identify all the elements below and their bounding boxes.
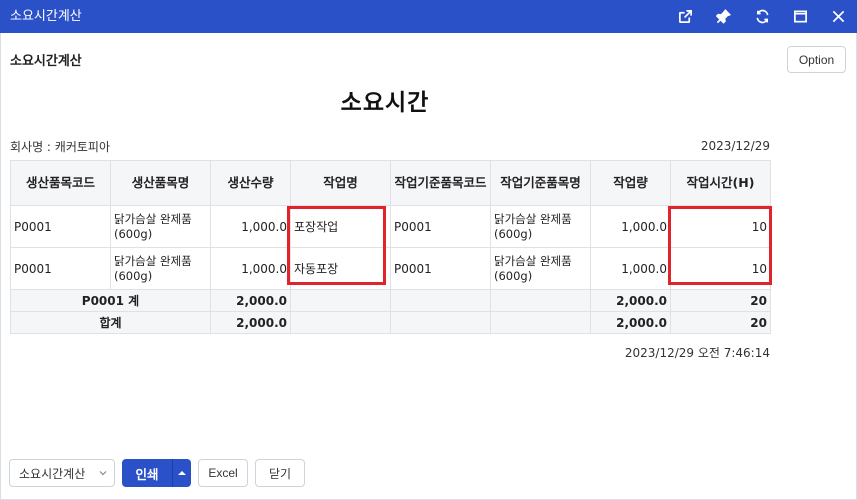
cell-prod-name: 닭가슴살 완제품(600g) <box>110 247 211 290</box>
cell-prod-qty: 1,000.0 <box>210 247 291 290</box>
cell-prod-code: P0001 <box>10 205 111 248</box>
cell-prod-qty: 1,000.0 <box>210 205 291 248</box>
cell-job-name: 자동포장 <box>290 247 391 290</box>
subtotal-label: P0001 계 <box>10 289 211 312</box>
report-table: 생산품목코드 생산품목명 생산수량 작업명 작업기준품목코드 작업기준품목명 작… <box>10 160 771 334</box>
pin-icon[interactable] <box>715 8 732 25</box>
total-work-qty: 2,000.0 <box>590 311 671 334</box>
cell-std-code: P0001 <box>390 205 491 248</box>
window-title: 소요시간계산 <box>10 9 82 24</box>
subtotal-row: P0001 계 2,000.0 2,000.0 20 <box>10 289 771 312</box>
print-button[interactable]: 인쇄 <box>122 459 172 487</box>
total-label: 합계 <box>10 311 211 334</box>
report-type-value: 소요시간계산 <box>19 466 86 481</box>
print-timestamp: 2023/12/29 오전 7:46:14 <box>624 346 770 360</box>
total-prod-qty: 2,000.0 <box>210 311 291 334</box>
cell-std-code: P0001 <box>390 247 491 290</box>
empty-cell <box>490 311 591 334</box>
empty-cell <box>490 289 591 312</box>
external-link-icon[interactable] <box>677 8 694 25</box>
column-header[interactable]: 작업기준품목명 <box>490 160 591 206</box>
report-type-select[interactable]: 소요시간계산 <box>9 459 115 487</box>
column-header[interactable]: 생산품목코드 <box>10 160 111 206</box>
company-name: 회사명 : 캐커토피아 <box>10 140 110 154</box>
caret-up-icon <box>178 471 186 475</box>
excel-button[interactable]: Excel <box>198 459 248 487</box>
cell-std-name: 닭가슴살 완제품(600g) <box>490 247 591 290</box>
cell-job-name: 포장작업 <box>290 205 391 248</box>
table-row[interactable]: P0001 닭가슴살 완제품(600g) 1,000.0 자동포장 P0001 … <box>10 247 771 290</box>
cell-prod-name: 닭가슴살 완제품(600g) <box>110 205 211 248</box>
column-header[interactable]: 생산품목명 <box>110 160 211 206</box>
table-header-row: 생산품목코드 생산품목명 생산수량 작업명 작업기준품목코드 작업기준품목명 작… <box>10 160 771 206</box>
total-work-hours: 20 <box>670 311 771 334</box>
table-row[interactable]: P0001 닭가슴살 완제품(600g) 1,000.0 포장작업 P0001 … <box>10 205 771 248</box>
maximize-icon[interactable] <box>792 8 809 25</box>
option-button[interactable]: Option <box>787 46 846 73</box>
empty-cell <box>290 311 391 334</box>
refresh-icon[interactable] <box>754 8 771 25</box>
close-button[interactable]: 닫기 <box>255 459 305 487</box>
subtotal-work-qty: 2,000.0 <box>590 289 671 312</box>
empty-cell <box>290 289 391 312</box>
column-header[interactable]: 생산수량 <box>210 160 291 206</box>
page-title: 소요시간계산 <box>10 54 82 69</box>
print-dropdown-button[interactable] <box>172 459 191 487</box>
cell-work-hours: 10 <box>670 205 771 248</box>
close-icon[interactable] <box>830 8 847 25</box>
column-header[interactable]: 작업기준품목코드 <box>390 160 491 206</box>
cell-work-qty: 1,000.0 <box>590 247 671 290</box>
chevron-down-icon <box>99 471 107 476</box>
empty-cell <box>390 311 491 334</box>
total-row: 합계 2,000.0 2,000.0 20 <box>10 311 771 334</box>
column-header[interactable]: 작업시간(H) <box>670 160 771 206</box>
report-title: 소요시간 <box>340 90 430 116</box>
subtotal-prod-qty: 2,000.0 <box>210 289 291 312</box>
cell-std-name: 닭가슴살 완제품(600g) <box>490 205 591 248</box>
column-header[interactable]: 작업명 <box>290 160 391 206</box>
cell-work-hours: 10 <box>670 247 771 290</box>
cell-prod-code: P0001 <box>10 247 111 290</box>
subtotal-work-hours: 20 <box>670 289 771 312</box>
empty-cell <box>390 289 491 312</box>
cell-work-qty: 1,000.0 <box>590 205 671 248</box>
window-titlebar: 소요시간계산 <box>0 0 857 33</box>
column-header[interactable]: 작업량 <box>590 160 671 206</box>
report-date: 2023/12/29 <box>700 139 770 153</box>
